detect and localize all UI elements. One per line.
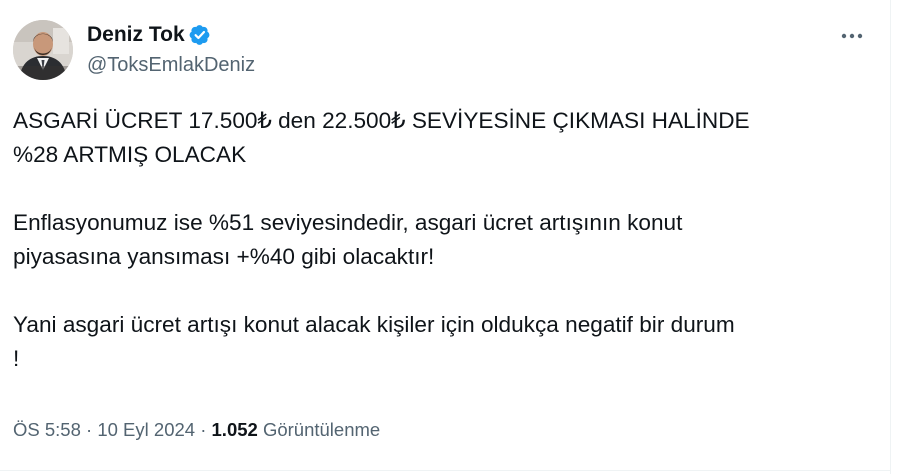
avatar[interactable]	[13, 20, 73, 80]
tweet-line: piyasasına yansıması +%40 gibi olacaktır…	[13, 244, 435, 269]
tweet-divider	[0, 470, 890, 471]
tweet-line: ASGARİ ÜCRET 17.500₺ den 22.500₺ SEVİYES…	[13, 108, 750, 133]
tweet-time: ÖS 5:58	[13, 419, 81, 440]
meta-separator: ·	[195, 419, 212, 440]
meta-separator: ·	[80, 419, 98, 440]
more-options-button[interactable]	[832, 18, 872, 54]
author-info: Deniz Tok @ToksEmlakDeniz	[87, 22, 255, 77]
tweet-meta: ÖS 5:58 · 10 Eyl 2024 · 1.052 Görüntülen…	[13, 417, 380, 443]
avatar-image	[13, 20, 73, 80]
author-name-row: Deniz Tok	[87, 22, 255, 48]
verified-badge-icon[interactable]	[189, 24, 211, 46]
tweet-line: %28 ARTMIŞ OLACAK	[13, 142, 247, 167]
author-display-name[interactable]: Deniz Tok	[87, 23, 185, 47]
tweet-paragraph-gap	[13, 274, 883, 308]
views-count: 1.052	[211, 419, 258, 440]
tweet-timestamp[interactable]: ÖS 5:58 · 10 Eyl 2024	[13, 419, 195, 440]
tweet-line: !	[13, 346, 20, 371]
tweet-card: Deniz Tok @ToksEmlakDeniz ASGARİ ÜCRET 1…	[0, 0, 900, 474]
more-options-icon	[841, 33, 863, 39]
views-label: Görüntülenme	[262, 419, 381, 440]
column-divider	[890, 0, 891, 474]
author-handle[interactable]: @ToksEmlakDeniz	[87, 54, 255, 77]
tweet-text: ASGARİ ÜCRET 17.500₺ den 22.500₺ SEVİYES…	[13, 104, 883, 376]
tweet-line: Yani asgari ücret artışı konut alacak ki…	[13, 312, 735, 337]
tweet-line: Enflasyonumuz ise %51 seviyesindedir, as…	[13, 210, 683, 235]
tweet-date: 10 Eyl 2024	[97, 419, 196, 440]
tweet-paragraph-gap	[13, 172, 883, 206]
